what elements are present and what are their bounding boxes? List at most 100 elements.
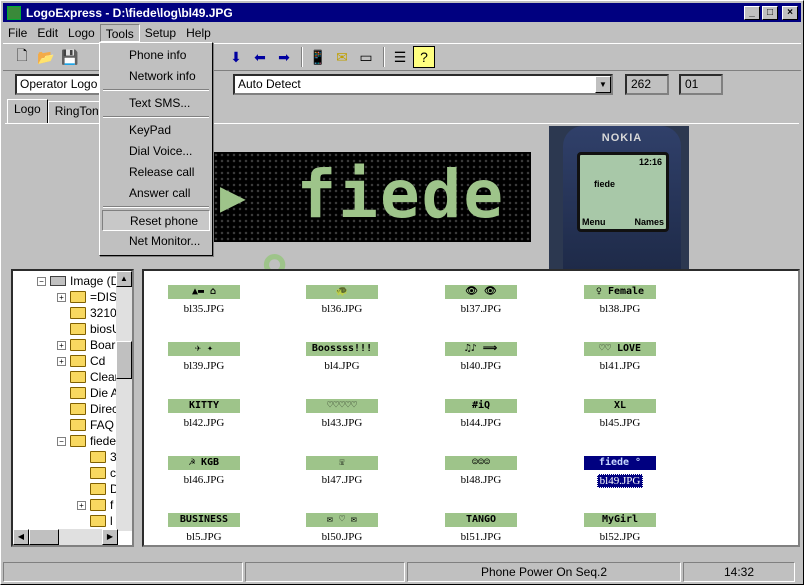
file-name: bl40.JPG: [460, 360, 502, 372]
scroll-up-icon[interactable]: ▲: [116, 271, 132, 287]
file-item[interactable]: ▲▬ ⌂ bl35.JPG: [154, 285, 254, 335]
list-icon[interactable]: ☰: [389, 46, 411, 68]
tree-item[interactable]: c: [90, 465, 116, 481]
menu-item-network-info[interactable]: Network info: [102, 66, 210, 87]
tree-item[interactable]: 3: [90, 449, 117, 465]
file-item[interactable]: ✉ ♡ ✉ bl50.JPG: [292, 513, 392, 545]
maximize-button[interactable]: □: [762, 5, 778, 20]
file-item-selected[interactable]: fiede ° bl49.JPG: [570, 456, 670, 506]
tree-item[interactable]: + Boar: [57, 337, 115, 353]
logo-editor-canvas[interactable]: ▸ fiede .°: [213, 152, 531, 319]
tree-item[interactable]: Direc: [70, 401, 118, 417]
file-item[interactable]: ♀ Female bl38.JPG: [570, 285, 670, 335]
menu-file[interactable]: File: [3, 24, 32, 42]
folder-icon: [70, 387, 86, 399]
menu-item-keypad[interactable]: KeyPad: [102, 120, 210, 141]
drive-icon: [50, 276, 66, 286]
card-icon[interactable]: ▭: [355, 46, 377, 68]
menu-item-phone-info[interactable]: Phone info: [102, 45, 210, 66]
tree-vertical-scrollbar[interactable]: ▲: [116, 271, 132, 531]
scroll-thumb[interactable]: [116, 341, 132, 379]
folder-icon: [70, 403, 86, 415]
tree-item[interactable]: + Cd: [57, 353, 105, 369]
arrow-left-icon[interactable]: ⬅: [249, 46, 271, 68]
menu-logo[interactable]: Logo: [63, 24, 100, 42]
file-item[interactable]: ✈ ✦ bl39.JPG: [154, 342, 254, 392]
tree-item-root[interactable]: − Image (D: [37, 273, 119, 289]
file-item[interactable]: KITTY bl42.JPG: [154, 399, 254, 449]
tree-item[interactable]: FAQ: [70, 417, 114, 433]
tree-item[interactable]: D: [90, 481, 119, 497]
expand-icon[interactable]: +: [57, 356, 66, 366]
file-item[interactable]: ☭ KGB bl46.JPG: [154, 456, 254, 506]
mnc-field[interactable]: 01: [679, 73, 723, 95]
menu-separator: [103, 116, 209, 118]
expand-icon[interactable]: +: [57, 340, 66, 350]
tree-item[interactable]: − fiede: [57, 433, 116, 449]
phone-screen: 12:16 fiede Menu Names: [577, 152, 669, 232]
arrow-down-icon[interactable]: ⬇: [225, 46, 247, 68]
collapse-icon[interactable]: −: [37, 276, 46, 286]
save-icon[interactable]: 💾: [59, 46, 81, 68]
logo-thumbnail: ▲▬ ⌂: [168, 285, 240, 299]
chevron-down-icon[interactable]: ▼: [595, 75, 611, 93]
tab-strip: Logo RingTon: [7, 99, 106, 123]
scroll-right-icon[interactable]: ▶: [102, 529, 118, 545]
menu-item-text-sms[interactable]: Text SMS...: [102, 93, 210, 114]
file-item[interactable]: ☺☺☺ bl48.JPG: [431, 456, 531, 506]
file-item[interactable]: ♡♡♡♡♡ bl43.JPG: [292, 399, 392, 449]
expand-icon[interactable]: +: [77, 500, 86, 510]
open-folder-icon[interactable]: 📂: [35, 46, 57, 68]
file-item[interactable]: Boossss!!! bl4.JPG: [292, 342, 392, 392]
menu-help[interactable]: Help: [181, 24, 216, 42]
file-item[interactable]: 🐢 bl36.JPG: [292, 285, 392, 335]
file-item[interactable]: BUSINESS CALL!! bl5.JPG: [154, 513, 254, 545]
minimize-button[interactable]: _: [744, 5, 760, 20]
tab-ringtone[interactable]: RingTon: [47, 101, 106, 123]
sms-icon[interactable]: ✉: [331, 46, 353, 68]
folder-icon: [70, 323, 86, 335]
menu-item-answer-call[interactable]: Answer call: [102, 183, 210, 204]
menu-item-dial-voice[interactable]: Dial Voice...: [102, 141, 210, 162]
menu-item-reset-phone[interactable]: Reset phone: [102, 210, 210, 231]
tree-item[interactable]: 3210: [70, 305, 117, 321]
expand-icon[interactable]: +: [57, 292, 66, 302]
close-button[interactable]: ×: [782, 5, 798, 20]
file-item[interactable]: XL bl45.JPG: [570, 399, 670, 449]
logo-type-select[interactable]: Operator Logo: [15, 73, 101, 95]
tree-item[interactable]: + =DIS: [57, 289, 117, 305]
new-file-icon[interactable]: 🗋: [11, 46, 33, 68]
arrow-right-icon[interactable]: ➡: [273, 46, 295, 68]
tree-item[interactable]: biosU: [70, 321, 121, 337]
tree-horizontal-scrollbar[interactable]: ◀ ▶: [13, 529, 118, 545]
scroll-left-icon[interactable]: ◀: [13, 529, 29, 545]
tab-logo[interactable]: Logo: [7, 99, 48, 123]
folder-icon: [90, 483, 106, 495]
file-item[interactable]: #iQ bl44.JPG: [431, 399, 531, 449]
tree-item[interactable]: Clean: [70, 369, 121, 385]
file-item[interactable]: ☏ bl47.JPG: [292, 456, 392, 506]
tree-item[interactable]: + f: [77, 497, 113, 513]
menu-tools[interactable]: Tools: [99, 23, 140, 42]
phone-icon[interactable]: 📱: [307, 46, 329, 68]
tree-item[interactable]: Die A: [70, 385, 119, 401]
file-item[interactable]: 👁 👁 bl37.JPG: [431, 285, 531, 335]
file-name: bl45.JPG: [599, 417, 641, 429]
file-item[interactable]: ♡♡ LOVE bl41.JPG: [570, 342, 670, 392]
menu-edit[interactable]: Edit: [32, 24, 63, 42]
menu-item-net-monitor[interactable]: Net Monitor...: [102, 231, 210, 252]
file-item[interactable]: TANGO bl51.JPG: [431, 513, 531, 545]
logo-preview-text: ▸ fiede .°: [213, 156, 506, 319]
help-icon[interactable]: ?: [413, 46, 435, 68]
folder-tree[interactable]: − Image (D + =DIS 3210 biosU + Boar + Cd Cle…: [11, 269, 134, 547]
file-item[interactable]: MyGirl bl52.JPG: [570, 513, 670, 545]
file-item[interactable]: ♫♪ ⟹ bl40.JPG: [431, 342, 531, 392]
collapse-icon[interactable]: −: [57, 436, 66, 446]
tree-item[interactable]: l: [90, 513, 113, 529]
detect-select[interactable]: Auto Detect ▼: [233, 73, 613, 95]
menu-setup[interactable]: Setup: [140, 24, 181, 42]
toolbar-separator: [301, 47, 303, 67]
mcc-field[interactable]: 262: [625, 73, 669, 95]
scroll-thumb[interactable]: [29, 529, 59, 545]
menu-item-release-call[interactable]: Release call: [102, 162, 210, 183]
